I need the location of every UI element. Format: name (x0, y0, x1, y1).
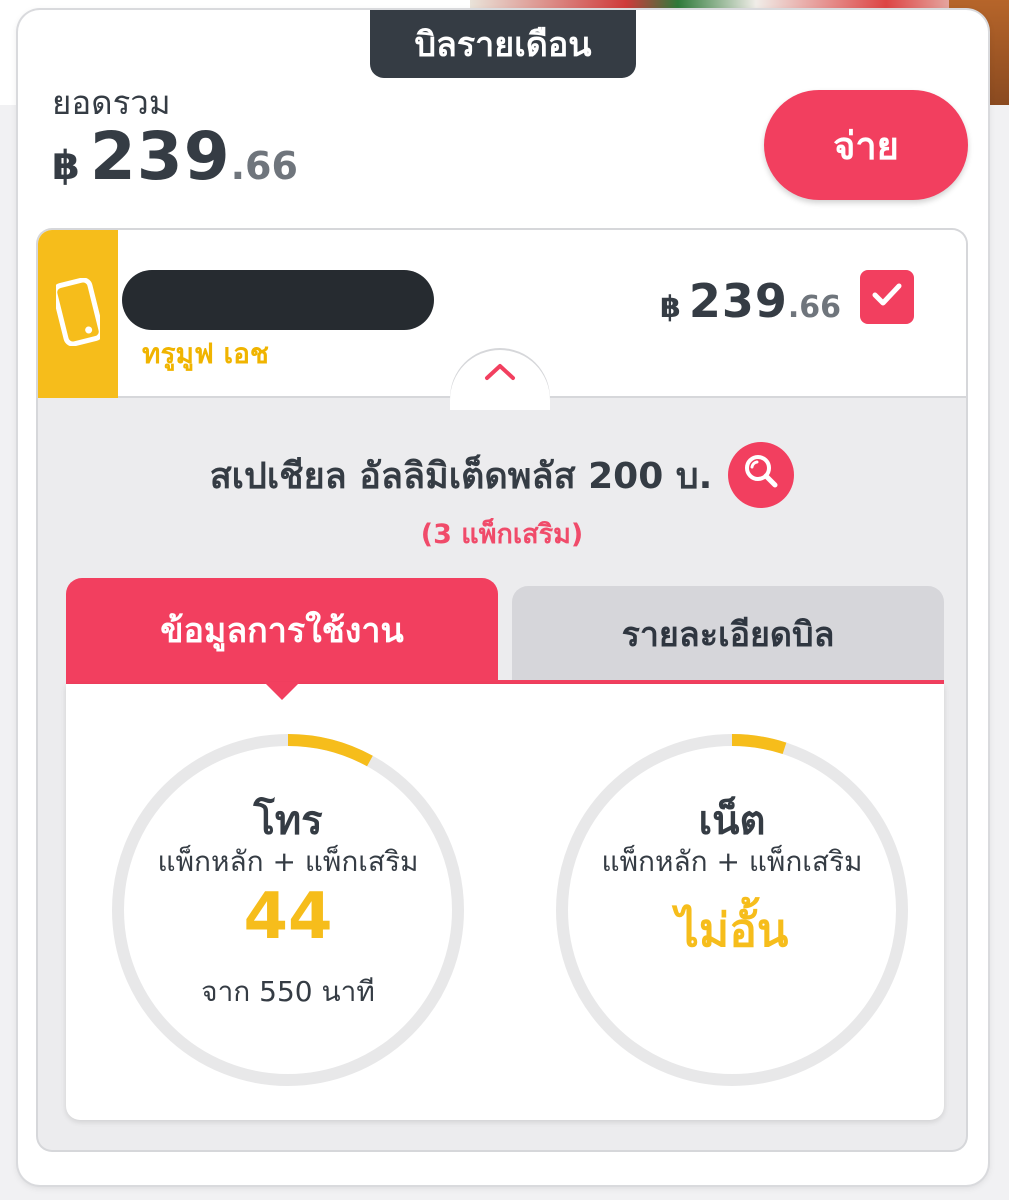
select-checkbox[interactable] (860, 270, 914, 324)
call-total-label: จาก 550 นาที (201, 975, 375, 1008)
net-subtitle: แพ็กหลัก + แพ็กเสริม (601, 845, 863, 878)
redacted-phone-number (122, 270, 434, 330)
usage-panel: โทร แพ็กหลัก + แพ็กเสริม 44 จาก 550 นาที… (66, 684, 944, 1120)
total-amount-integer: 239 (89, 118, 231, 195)
account-amount-decimal: .66 (787, 290, 842, 325)
total-amount-decimal: .66 (230, 144, 298, 188)
total-amount: ฿ 239 .66 (52, 118, 298, 195)
chevron-up-icon (483, 362, 517, 386)
tab-usage-info[interactable]: ข้อมูลการใช้งาน (66, 578, 498, 682)
package-title: สเปเชียล อัลลิมิเต็ดพลัส 200 บ. (209, 455, 713, 497)
call-usage-gauge: โทร แพ็กหลัก + แพ็กเสริม 44 จาก 550 นาที (108, 730, 468, 1090)
net-used-value: ไม่อั้น (675, 903, 789, 957)
active-tab-pointer (264, 682, 300, 700)
phone-tab (38, 230, 118, 398)
call-used-value: 44 (243, 880, 333, 954)
bill-title: บิลรายเดือน (370, 10, 636, 78)
package-detail-button[interactable] (728, 442, 795, 508)
bill-card: บิลรายเดือน ยอดรวม ฿ 239 .66 จ่าย ทรูมูฟ… (18, 10, 988, 1185)
package-title-row: สเปเชียล อัลลิมิเต็ดพลัส 200 บ. (38, 442, 966, 508)
search-icon (741, 451, 781, 500)
account-amount-integer: 239 (688, 274, 788, 328)
tab-bill-details[interactable]: รายละเอียดบิล (512, 586, 944, 682)
network-name: ทรูมูฟ เอช (142, 337, 269, 370)
currency-symbol: ฿ (52, 143, 80, 189)
net-usage-gauge: เน็ต แพ็กหลัก + แพ็กเสริม ไม่อั้น (552, 730, 912, 1090)
checkmark-icon (871, 281, 903, 313)
account-amount: ฿ 239 .66 (660, 274, 841, 328)
call-subtitle: แพ็กหลัก + แพ็กเสริม (157, 845, 419, 878)
currency-symbol: ฿ (660, 290, 681, 325)
pay-button[interactable]: จ่าย (764, 90, 968, 200)
addon-count: (3 แพ็กเสริม) (420, 519, 584, 550)
mobile-phone-icon (52, 277, 104, 350)
account-section: ทรูมูฟ เอช ฿ 239 .66 สเปเชียล อัลลิมิเต็… (38, 230, 966, 1150)
